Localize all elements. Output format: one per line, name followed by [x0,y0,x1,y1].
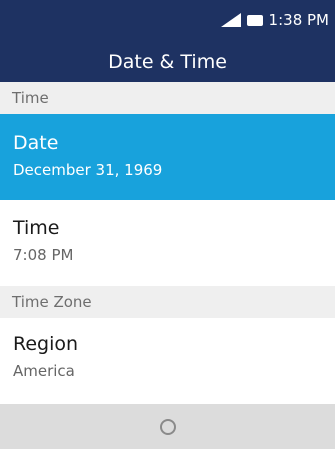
time-label: Time [13,217,60,239]
circle-icon[interactable] [159,418,176,435]
region-value: America [13,362,75,380]
time-setting-item[interactable]: Time 7:08 PM [0,200,335,286]
page-title: Date & Time [0,42,335,82]
status-indicators: 1:38 PM [220,10,329,30]
status-time: 1:38 PM [268,11,329,29]
section-header-time-zone: Time Zone [0,286,335,318]
date-setting-item[interactable]: Date December 31, 1969 [0,114,335,200]
status-bar: 1:38 PM [0,0,335,42]
time-value: 7:08 PM [13,246,74,264]
date-label: Date [13,132,59,154]
region-setting-item[interactable]: Region America [0,318,335,404]
signal-icon [220,13,241,27]
softkey-bar [0,404,335,449]
battery-icon [246,14,263,26]
section-header-time: Time [0,82,335,114]
region-label: Region [13,333,79,355]
date-value: December 31, 1969 [13,161,163,179]
